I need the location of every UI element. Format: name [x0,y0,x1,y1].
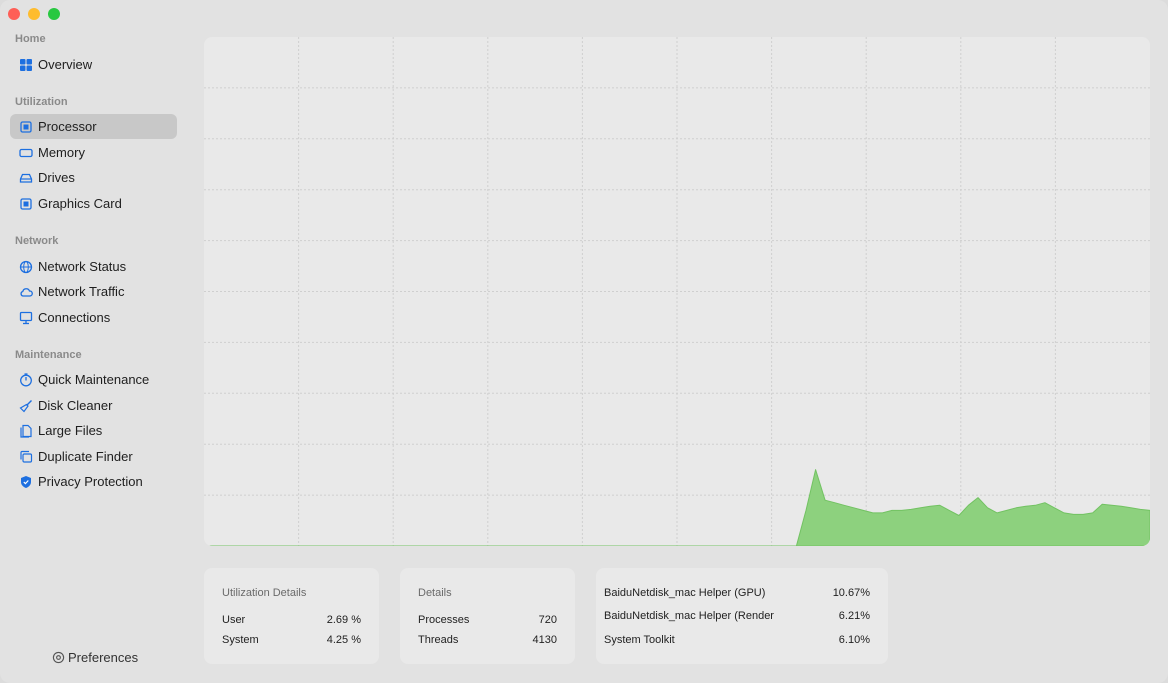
sidebar-item-network-traffic[interactable]: Network Traffic [10,279,177,304]
sidebar-item-label: Connections [38,310,111,325]
section-maintenance: Maintenance [15,349,82,361]
documents-icon [19,424,33,438]
details-title: Details [418,587,452,599]
sidebar-item-processor[interactable]: Processor [10,114,177,139]
row-value: 2.69 % [326,614,361,626]
sidebar-item-privacy-protection[interactable]: Privacy Protection [10,469,177,494]
row-label: System [222,634,259,646]
process-usage: 6.21% [838,610,870,622]
row-label: Processes [418,614,470,626]
cpu-usage-chart-svg [204,37,1150,546]
utilization-row-system: System 4.25 % [222,634,361,646]
process-row[interactable]: BaiduNetdisk_mac Helper (GPU) 10.67% [604,587,870,599]
top-processes-card: BaiduNetdisk_mac Helper (GPU) 10.67% Bai… [596,568,888,664]
monitor-icon [19,311,33,325]
process-name: BaiduNetdisk_mac Helper (Render [604,610,774,622]
grid-icon [19,58,33,72]
sidebar-item-label: Network Status [38,259,127,274]
stopwatch-icon [19,372,33,387]
details-row-processes: Processes 720 [418,614,557,626]
app-window: Home Overview Utilization Processor Memo… [0,0,1168,683]
sidebar-item-label: Quick Maintenance [38,372,150,387]
section-home: Home [15,33,46,45]
sidebar-item-label: Overview [38,57,93,72]
sidebar-item-graphics-card[interactable]: Graphics Card [10,191,177,216]
sidebar-item-label: Memory [38,145,85,160]
sidebar-item-label: Graphics Card [38,196,122,211]
cpu-usage-chart [204,37,1150,546]
preferences-button[interactable]: Preferences [52,650,138,665]
row-value: 4.25 % [326,634,361,646]
cpu-icon [19,120,33,134]
duplicate-icon [19,450,33,464]
row-value: 4130 [532,634,557,646]
details-row-threads: Threads 4130 [418,634,557,646]
sidebar-item-label: Privacy Protection [38,474,143,489]
process-usage: 6.10% [838,634,870,646]
section-utilization: Utilization [15,96,68,108]
sidebar-item-network-status[interactable]: Network Status [10,254,177,279]
row-value: 720 [538,614,557,626]
sidebar-item-drives[interactable]: Drives [10,165,177,190]
sidebar-item-quick-maintenance[interactable]: Quick Maintenance [10,367,177,392]
shield-icon [19,475,33,489]
utilization-details-title: Utilization Details [222,587,307,599]
sidebar-item-memory[interactable]: Memory [10,140,177,165]
sidebar-item-label: Network Traffic [38,284,125,299]
row-label: User [222,614,246,626]
section-network: Network [15,235,59,247]
row-label: Threads [418,634,459,646]
memory-icon [19,146,33,160]
details-card: Details Processes 720 Threads 4130 [400,568,575,664]
gear-icon [52,651,65,664]
process-row[interactable]: BaiduNetdisk_mac Helper (Render 6.21% [604,610,870,622]
sidebar-item-connections[interactable]: Connections [10,305,177,330]
broom-icon [19,399,33,413]
sidebar-item-label: Duplicate Finder [38,449,133,464]
process-name: System Toolkit [604,634,675,646]
sidebar-item-label: Drives [38,170,75,185]
sidebar-item-overview[interactable]: Overview [10,52,177,77]
drive-icon [19,171,33,185]
preferences-label: Preferences [68,650,139,665]
process-name: BaiduNetdisk_mac Helper (GPU) [604,587,766,599]
utilization-details-card: Utilization Details User 2.69 % System 4… [204,568,379,664]
sidebar-item-label: Disk Cleaner [38,398,113,413]
utilization-row-user: User 2.69 % [222,614,361,626]
sidebar-item-duplicate-finder[interactable]: Duplicate Finder [10,444,177,469]
globe-icon [19,260,33,274]
sidebar-item-label: Large Files [38,423,103,438]
sidebar-item-label: Processor [38,119,97,134]
process-usage: 10.67% [832,587,870,599]
gpu-icon [19,197,33,211]
sidebar: Home Overview Utilization Processor Memo… [0,0,186,683]
process-row[interactable]: System Toolkit 6.10% [604,634,870,646]
cloud-icon [19,285,33,299]
sidebar-item-disk-cleaner[interactable]: Disk Cleaner [10,393,177,418]
sidebar-item-large-files[interactable]: Large Files [10,418,177,443]
